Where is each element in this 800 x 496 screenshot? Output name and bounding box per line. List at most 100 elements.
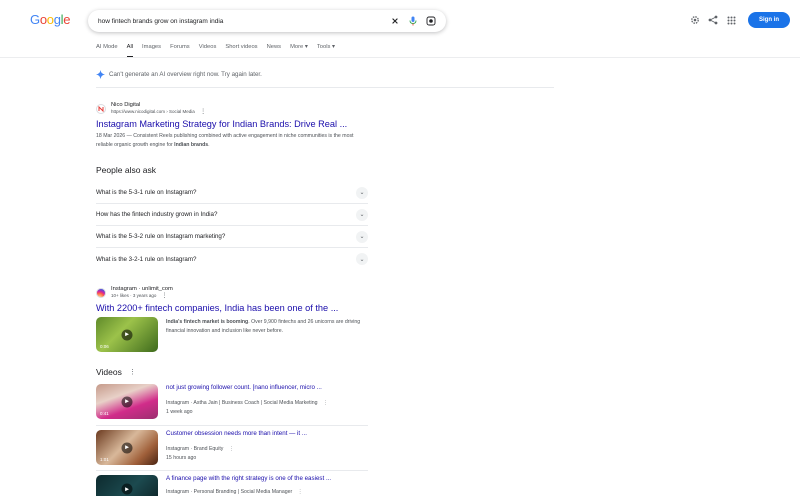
result-source[interactable]: Instagram · unlimit_com 10+ likes · 3 ye…	[96, 286, 376, 299]
video-source-text: Instagram · Brand Equity	[166, 446, 224, 452]
paa-question-text: What is the 5-3-1 rule on Instagram?	[96, 189, 197, 196]
paa-question[interactable]: What is the 5-3-1 rule on Instagram? ⌄	[96, 182, 368, 204]
tab-forums[interactable]: Forums	[170, 44, 190, 58]
more-vert-icon[interactable]: ⋮	[162, 293, 168, 299]
caret-down-icon: ▾	[304, 44, 308, 50]
search-result: Nico Digital https://www.nicodigital.com…	[96, 102, 366, 150]
chevron-down-icon[interactable]: ⌄	[356, 230, 368, 243]
video-result[interactable]: ▶ 0:41 not just growing follower count. …	[96, 384, 368, 419]
logo-letter: g	[53, 12, 61, 27]
video-duration: 0:06	[100, 344, 109, 349]
tab-tools-label: Tools	[316, 44, 331, 50]
google-logo[interactable]: Google	[30, 12, 70, 27]
video-result[interactable]: ▶ A finance page with the right strategy…	[96, 475, 368, 496]
video-thumbnail[interactable]: ▶ 0:06	[96, 317, 158, 352]
paa-question[interactable]: How has the fintech industry grown in In…	[96, 204, 368, 226]
tab-more[interactable]: More ▾	[290, 44, 308, 58]
tabs-divider	[0, 57, 800, 58]
logo-letter: G	[30, 12, 40, 27]
ai-overview-notice: Can't generate an AI overview right now.…	[96, 70, 262, 79]
play-icon: ▶	[121, 442, 133, 453]
tab-short-videos[interactable]: Short videos	[225, 44, 257, 58]
snippet-highlight: Indian brands	[174, 142, 209, 148]
result-snippet: 18 Mar 2026 — Consistent Reels publishin…	[96, 132, 366, 150]
video-source-text: Instagram · Astha Jain | Business Coach …	[166, 400, 318, 406]
signin-button[interactable]: Sign in	[748, 12, 790, 28]
result-source[interactable]: Nico Digital https://www.nicodigital.com…	[96, 102, 366, 115]
video-result[interactable]: ▶ 1:01 Customer obsession needs more tha…	[96, 430, 368, 465]
tab-tools[interactable]: Tools ▾	[317, 44, 335, 58]
site-url: https://www.nicodigital.com › Social Med…	[111, 108, 206, 115]
video-thumbnail[interactable]: ▶ 0:41	[96, 384, 158, 419]
sparkle-icon	[96, 70, 105, 79]
result-title-link[interactable]: Instagram Marketing Strategy for Indian …	[96, 119, 366, 129]
video-age: 15 hours ago	[166, 455, 197, 461]
share-icon[interactable]	[708, 15, 718, 25]
video-title-link[interactable]: A finance page with the right strategy i…	[166, 475, 331, 482]
more-vert-icon[interactable]: ⋮	[229, 446, 234, 452]
paa-question-text: What is the 5-3-2 rule on Instagram mark…	[96, 233, 226, 240]
chevron-down-icon[interactable]: ⌄	[356, 253, 368, 265]
people-also-ask: People also ask What is the 5-3-1 rule o…	[96, 165, 368, 270]
video-source: Instagram · Astha Jain | Business Coach …	[166, 400, 328, 406]
paa-question-text: How has the fintech industry grown in In…	[96, 211, 218, 218]
chevron-down-icon[interactable]: ⌄	[356, 186, 368, 199]
settings-icon[interactable]	[690, 15, 700, 25]
search-input[interactable]: how fintech brands grow on instagram ind…	[98, 18, 382, 25]
result-meta: 10+ likes · 3 years ago ⋮	[111, 292, 173, 299]
video-duration: 0:41	[100, 411, 109, 416]
more-vert-icon[interactable]: ⋮	[129, 368, 136, 376]
snippet-highlight: India's fintech market is booming	[166, 319, 249, 325]
lens-icon[interactable]	[426, 16, 436, 26]
microphone-icon[interactable]	[408, 16, 418, 26]
video-title-link[interactable]: not just growing follower count. [nano i…	[166, 384, 328, 391]
ai-divider	[96, 87, 554, 88]
logo-letter: o	[39, 12, 47, 27]
paa-question-text: What is the 3-2-1 rule on Instagram?	[96, 255, 197, 263]
tab-all[interactable]: All	[126, 44, 134, 58]
tab-news[interactable]: News	[267, 44, 282, 58]
video-title-link[interactable]: Customer obsession needs more than inten…	[166, 430, 307, 437]
logo-letter: e	[63, 12, 71, 27]
snippet-text-end: .	[208, 142, 210, 148]
video-thumbnail[interactable]: ▶ 1:01	[96, 430, 158, 465]
search-tabs: AI Mode All Images Forums Videos Short v…	[96, 44, 344, 58]
video-source-text: Instagram · Personal Branding | Social M…	[166, 489, 293, 495]
paa-heading: People also ask	[96, 165, 157, 175]
video-age: 1 week ago	[166, 409, 193, 415]
video-divider	[96, 470, 368, 471]
more-vert-icon[interactable]: ⋮	[323, 400, 328, 406]
instagram-icon	[96, 287, 106, 298]
tab-ai-mode[interactable]: AI Mode	[96, 44, 118, 58]
result-title-link[interactable]: With 2200+ fintech companies, India has …	[96, 303, 376, 313]
ai-overview-message: Can't generate an AI overview right now.…	[109, 71, 262, 78]
more-vert-icon[interactable]: ⋮	[200, 109, 206, 115]
videos-title: Videos	[96, 367, 122, 377]
paa-question[interactable]: What is the 5-3-2 rule on Instagram mark…	[96, 226, 368, 248]
tab-images[interactable]: Images	[142, 44, 161, 58]
header-actions: Sign in	[690, 12, 790, 28]
video-source: Instagram · Personal Branding | Social M…	[166, 489, 331, 495]
caret-down-icon: ▾	[332, 44, 335, 50]
clear-icon[interactable]	[390, 16, 400, 26]
video-thumbnail[interactable]: ▶	[96, 475, 158, 496]
more-vert-icon[interactable]: ⋮	[298, 489, 303, 495]
video-divider	[96, 425, 368, 426]
apps-grid-icon[interactable]	[726, 15, 736, 25]
play-icon: ▶	[121, 483, 133, 495]
result-meta-text: 10+ likes · 3 years ago	[111, 293, 157, 298]
paa-question[interactable]: What is the 3-2-1 rule on Instagram? ⌄	[96, 248, 368, 270]
tab-more-label: More	[290, 44, 304, 50]
video-source: Instagram · Brand Equity ⋮	[166, 446, 307, 452]
site-url-text: https://www.nicodigital.com › Social Med…	[111, 109, 195, 114]
video-duration: 1:01	[100, 457, 109, 462]
videos-section-heading: Videos ⋮	[96, 367, 136, 377]
search-result: Instagram · unlimit_com 10+ likes · 3 ye…	[96, 286, 376, 352]
chevron-down-icon[interactable]: ⌄	[356, 208, 368, 221]
logo-letter: o	[46, 12, 54, 27]
search-box[interactable]: how fintech brands grow on instagram ind…	[88, 10, 446, 32]
result-snippet: India's fintech market is booming. Over …	[166, 318, 376, 352]
tab-videos[interactable]: Videos	[199, 44, 217, 58]
play-icon: ▶	[121, 396, 133, 407]
snippet-text: 18 Mar 2026 — Consistent Reels publishin…	[96, 133, 354, 148]
